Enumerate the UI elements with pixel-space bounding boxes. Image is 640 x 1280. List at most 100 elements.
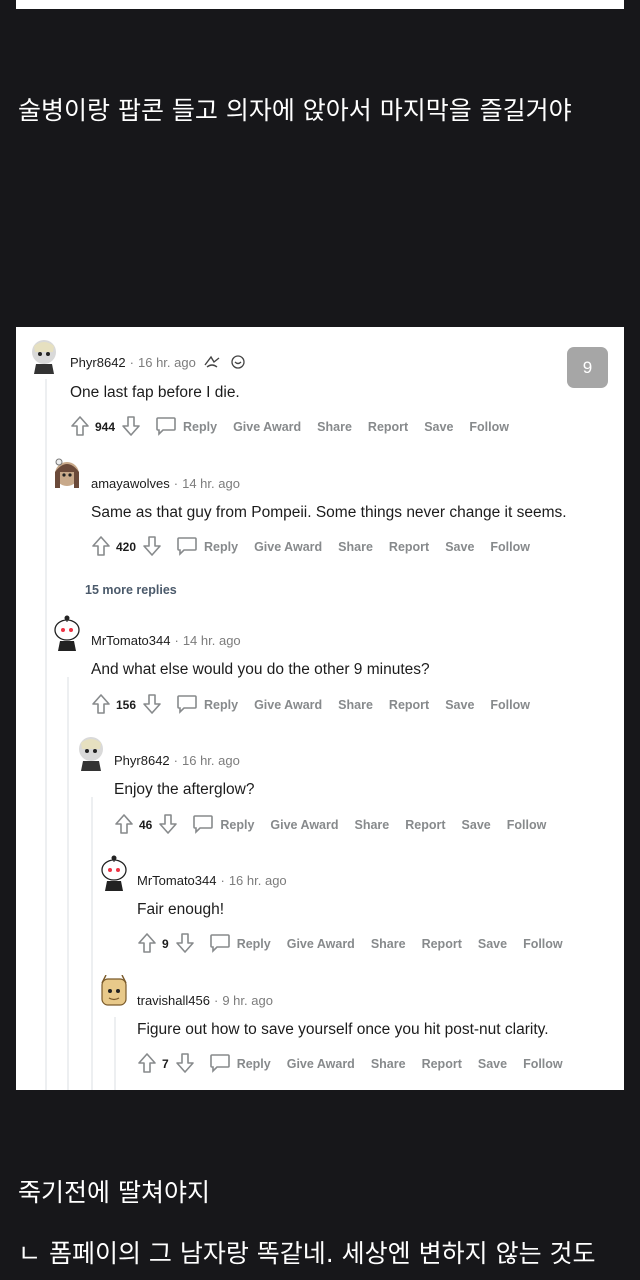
timestamp: 9 hr. ago xyxy=(222,993,273,1008)
share-button[interactable]: Share xyxy=(317,420,352,434)
comment-meta: Phyr8642 · 16 hr. ago xyxy=(114,753,240,768)
caption-bottom-2: ㄴ 폼페이의 그 남자랑 똑같네. 세상엔 변하지 않는 것도 xyxy=(18,1239,596,1268)
share-button[interactable]: Share xyxy=(371,937,406,951)
avatar xyxy=(99,855,129,891)
comment-bubble-icon xyxy=(176,536,198,559)
give-award-button[interactable]: Give Award xyxy=(233,420,301,434)
award-badge-icon xyxy=(203,355,221,372)
downvote-icon[interactable] xyxy=(121,415,141,440)
follow-button[interactable]: Follow xyxy=(490,540,530,554)
follow-button[interactable]: Follow xyxy=(490,698,530,712)
downvote-icon[interactable] xyxy=(175,932,195,957)
vote-count: 156 xyxy=(116,698,137,712)
report-button[interactable]: Report xyxy=(389,698,429,712)
report-button[interactable]: Report xyxy=(405,818,445,832)
avatar xyxy=(52,615,82,651)
downvote-icon[interactable] xyxy=(175,1052,195,1077)
avatar xyxy=(29,338,59,374)
report-button[interactable]: Report xyxy=(422,1057,462,1071)
thread-line xyxy=(91,797,93,1090)
vote-count: 46 xyxy=(139,818,153,832)
username[interactable]: Phyr8642 xyxy=(114,753,170,768)
downvote-icon[interactable] xyxy=(142,693,162,718)
comment-actions: 944 Reply Give Award Share Report Save F… xyxy=(70,414,509,440)
avatar xyxy=(99,974,129,1011)
previous-image-card xyxy=(16,0,624,9)
follow-button[interactable]: Follow xyxy=(507,818,547,832)
image-count-badge: 9 xyxy=(567,347,608,388)
give-award-button[interactable]: Give Award xyxy=(254,540,322,554)
comment-body: Figure out how to save yourself once you… xyxy=(137,1021,549,1038)
avatar xyxy=(52,458,82,494)
username[interactable]: MrTomato344 xyxy=(91,633,170,648)
vote-count: 9 xyxy=(162,937,169,951)
comment-bubble-icon xyxy=(155,416,177,439)
timestamp: 16 hr. ago xyxy=(228,873,287,888)
upvote-icon[interactable] xyxy=(137,932,157,957)
downvote-icon[interactable] xyxy=(158,813,178,838)
reply-button[interactable]: Reply xyxy=(209,1053,271,1076)
share-button[interactable]: Share xyxy=(355,818,390,832)
reply-button[interactable]: Reply xyxy=(192,814,254,837)
comment-actions: 7 Reply Give Award Share Report Save Fol… xyxy=(137,1051,563,1077)
report-button[interactable]: Report xyxy=(389,540,429,554)
comment-bubble-icon xyxy=(176,694,198,717)
reddit-comments-screenshot: 9 Phyr8642 · 16 hr. ago One last fap befor… xyxy=(16,327,624,1090)
save-button[interactable]: Save xyxy=(462,818,491,832)
save-button[interactable]: Save xyxy=(445,540,474,554)
follow-button[interactable]: Follow xyxy=(523,937,563,951)
give-award-button[interactable]: Give Award xyxy=(287,937,355,951)
username[interactable]: amayawolves xyxy=(91,476,170,491)
reply-button[interactable]: Reply xyxy=(176,694,238,717)
username[interactable]: Phyr8642 xyxy=(70,355,126,370)
comment-actions: 156 Reply Give Award Share Report Save F… xyxy=(91,692,530,718)
vote-count: 7 xyxy=(162,1057,169,1071)
give-award-button[interactable]: Give Award xyxy=(254,698,322,712)
give-award-button[interactable]: Give Award xyxy=(287,1057,355,1071)
award-badge-icon xyxy=(229,355,247,372)
username[interactable]: MrTomato344 xyxy=(137,873,216,888)
comment-body: Same as that guy from Pompeii. Some thin… xyxy=(91,504,567,521)
comment-bubble-icon xyxy=(192,814,214,837)
comment-body: And what else would you do the other 9 m… xyxy=(91,661,430,678)
timestamp: 14 hr. ago xyxy=(182,633,241,648)
reply-button[interactable]: Reply xyxy=(176,536,238,559)
share-button[interactable]: Share xyxy=(338,540,373,554)
save-button[interactable]: Save xyxy=(478,1057,507,1071)
comment-bubble-icon xyxy=(209,1053,231,1076)
thread-line xyxy=(114,1017,116,1090)
upvote-icon[interactable] xyxy=(114,813,134,838)
comment-meta: MrTomato344 · 14 hr. ago xyxy=(91,633,241,648)
thread-line xyxy=(67,677,69,1090)
share-button[interactable]: Share xyxy=(371,1057,406,1071)
report-button[interactable]: Report xyxy=(368,420,408,434)
save-button[interactable]: Save xyxy=(424,420,453,434)
upvote-icon[interactable] xyxy=(91,693,111,718)
follow-button[interactable]: Follow xyxy=(523,1057,563,1071)
comment-body: Fair enough! xyxy=(137,901,225,918)
reply-button[interactable]: Reply xyxy=(209,933,271,956)
save-button[interactable]: Save xyxy=(478,937,507,951)
upvote-icon[interactable] xyxy=(70,415,90,440)
upvote-icon[interactable] xyxy=(91,535,111,560)
comment-meta: MrTomato344 · 16 hr. ago xyxy=(137,873,287,888)
caption-bottom-1: 죽기전에 딸쳐야지 xyxy=(18,1178,210,1207)
timestamp: 14 hr. ago xyxy=(182,476,240,491)
comment-meta: amayawolves · 14 hr. ago xyxy=(91,476,240,491)
thread-line xyxy=(45,379,47,1090)
reply-button[interactable]: Reply xyxy=(155,416,217,439)
save-button[interactable]: Save xyxy=(445,698,474,712)
share-button[interactable]: Share xyxy=(338,698,373,712)
timestamp: 16 hr. ago xyxy=(182,753,240,768)
more-replies-link[interactable]: 15 more replies xyxy=(85,583,177,597)
username[interactable]: travishall456 xyxy=(137,993,210,1008)
upvote-icon[interactable] xyxy=(137,1052,157,1077)
comment-body: One last fap before I die. xyxy=(70,384,240,401)
comment-meta: travishall456 · 9 hr. ago xyxy=(137,993,273,1008)
vote-count: 420 xyxy=(116,540,137,554)
downvote-icon[interactable] xyxy=(142,535,162,560)
comment-bubble-icon xyxy=(209,933,231,956)
report-button[interactable]: Report xyxy=(422,937,462,951)
follow-button[interactable]: Follow xyxy=(469,420,509,434)
give-award-button[interactable]: Give Award xyxy=(270,818,338,832)
